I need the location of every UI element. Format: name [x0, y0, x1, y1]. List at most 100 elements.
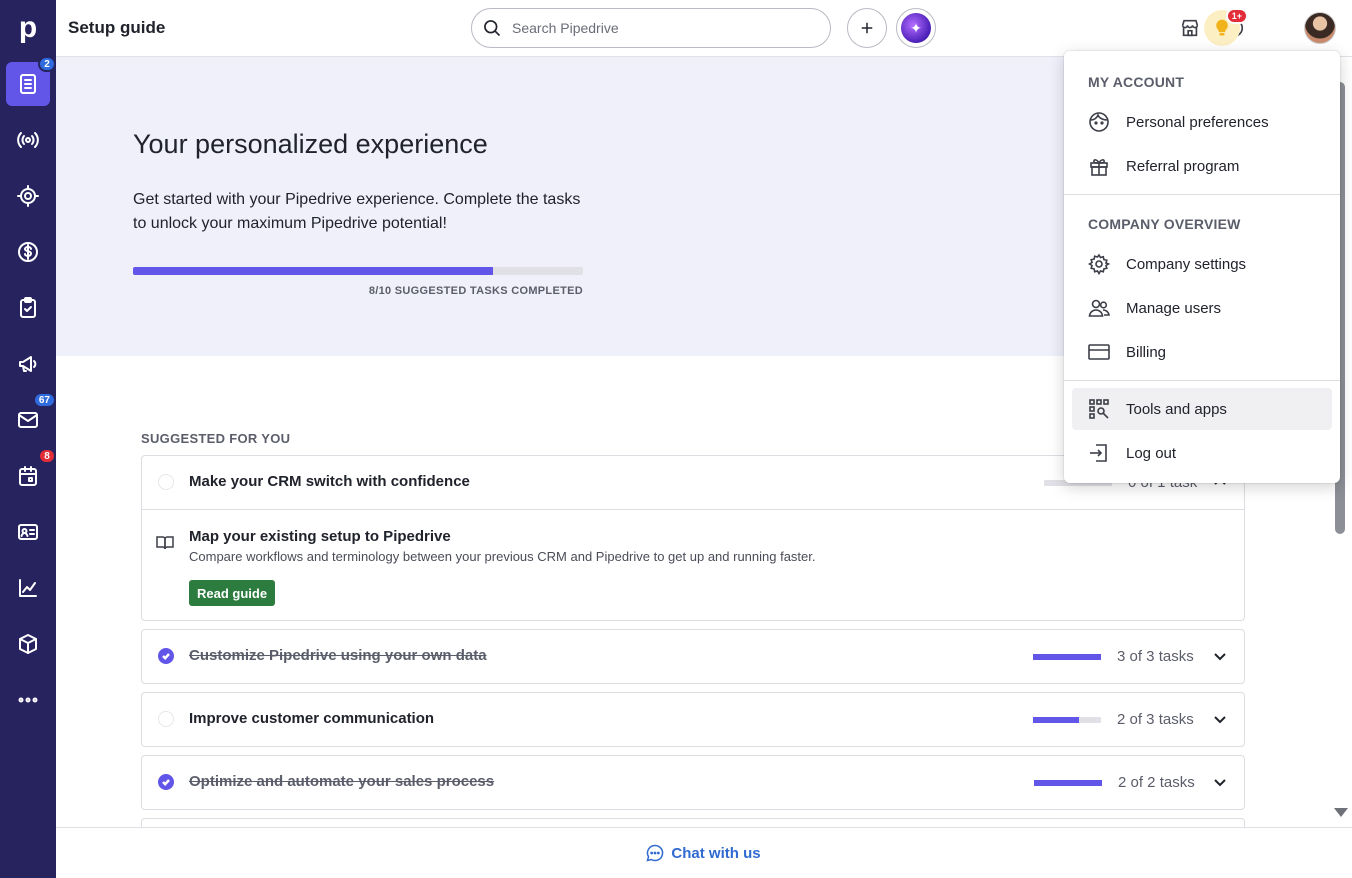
search-icon — [484, 20, 501, 37]
task-progress-fill — [1033, 717, 1079, 723]
account-menu: MY ACCOUNT Personal preferences Referral… — [1064, 51, 1340, 483]
dollar-icon — [18, 242, 38, 262]
chat-with-us-link[interactable]: Chat with us — [645, 843, 761, 863]
tips-badge: 1+ — [1225, 8, 1248, 24]
sidebar-item-more[interactable] — [6, 678, 50, 722]
my-account-label: MY ACCOUNT — [1088, 74, 1185, 90]
menu-item-label: Log out — [1126, 444, 1177, 462]
gear-icon — [1087, 253, 1111, 276]
menu-item-label: Tools and apps — [1126, 400, 1227, 418]
sidebar-item-insights[interactable] — [6, 566, 50, 610]
tips-button[interactable]: 1+ — [1204, 8, 1248, 46]
sidebar-item-mail[interactable]: 67 — [6, 392, 56, 442]
sparkle-icon: ✦ — [901, 13, 931, 43]
menu-divider — [1064, 380, 1340, 381]
notification-badge: 2 — [38, 56, 56, 72]
pipedrive-logo[interactable]: p — [0, 0, 56, 56]
avatar[interactable] — [1304, 12, 1336, 44]
mail-icon — [18, 412, 38, 428]
sidebar-item-contacts[interactable] — [6, 510, 50, 554]
sidebar: p 2 67 8 — [0, 0, 56, 878]
search-input[interactable] — [512, 20, 802, 36]
footer: Chat with us — [56, 827, 1352, 878]
app: p 2 67 8 Setup guide Search Pipedrive ✦ … — [0, 0, 1352, 878]
notification-badge: 67 — [32, 392, 56, 408]
more-dots-icon — [18, 697, 38, 703]
sidebar-item-setup-guide[interactable]: 2 — [6, 56, 56, 106]
menu-item-tools-and-apps[interactable]: Tools and apps — [1072, 388, 1332, 430]
task-header[interactable]: Optimize and automate your sales process… — [142, 756, 1244, 809]
task-title: Make your CRM switch with confidence — [189, 473, 470, 490]
sidebar-item-campaigns[interactable] — [6, 342, 50, 386]
book-icon — [156, 534, 174, 552]
task-progress-bar — [1034, 780, 1102, 786]
task-card — [141, 818, 1245, 827]
plus-icon — [861, 22, 873, 34]
hero-title: Your personalized experience — [133, 129, 488, 159]
menu-item-personal-preferences[interactable]: Personal preferences — [1072, 101, 1332, 143]
task-count: 2 of 2 tasks — [1118, 774, 1195, 791]
task-header[interactable]: Improve customer communication 2 of 3 ta… — [142, 693, 1244, 746]
chart-line-icon — [19, 579, 37, 597]
subtask-description: Compare workflows and terminology betwee… — [189, 549, 816, 564]
chevron-down-icon[interactable] — [1212, 774, 1228, 790]
progress-label: 8/10 SUGGESTED TASKS COMPLETED — [368, 285, 583, 297]
megaphone-icon — [19, 356, 37, 372]
chat-bubble-icon — [646, 844, 664, 862]
sidebar-item-activities[interactable] — [6, 286, 50, 330]
sidebar-item-products[interactable] — [6, 622, 50, 666]
suggested-section-label: SUGGESTED FOR YOU — [141, 431, 291, 446]
contact-card-icon — [18, 524, 38, 540]
subtask-row: Map your existing setup to Pipedrive Com… — [142, 509, 1244, 620]
task-progress-fill — [1033, 654, 1101, 660]
sidebar-item-deals[interactable] — [6, 230, 50, 274]
task-title: Customize Pipedrive using your own data — [189, 647, 487, 664]
sidebar-item-deals-pipeline[interactable] — [6, 174, 50, 218]
store-icon — [1181, 19, 1199, 37]
task-card: Improve customer communication 2 of 3 ta… — [141, 692, 1245, 747]
calendar-icon — [19, 466, 37, 486]
logout-icon — [1088, 442, 1110, 464]
task-header[interactable]: Customize Pipedrive using your own data … — [142, 630, 1244, 683]
menu-item-log-out[interactable]: Log out — [1072, 432, 1332, 474]
overall-progress-bar — [133, 267, 583, 275]
scroll-down-arrow[interactable] — [1334, 808, 1348, 817]
chevron-down-icon[interactable] — [1212, 711, 1228, 727]
sidebar-item-calendar[interactable]: 8 — [6, 448, 56, 498]
task-card: Optimize and automate your sales process… — [141, 755, 1245, 810]
menu-divider — [1064, 194, 1340, 195]
users-icon — [1088, 297, 1110, 319]
search-box[interactable] — [471, 8, 831, 48]
menu-item-manage-users[interactable]: Manage users — [1072, 287, 1332, 329]
quick-add-button[interactable] — [847, 8, 887, 48]
ai-assistant-button[interactable]: ✦ — [896, 8, 936, 48]
company-overview-label: COMPANY OVERVIEW — [1088, 216, 1241, 232]
menu-item-billing[interactable]: Billing — [1072, 331, 1332, 373]
broadcast-icon — [17, 132, 39, 148]
tools-grid-icon — [1088, 398, 1110, 420]
checkmark-icon — [158, 774, 174, 790]
sidebar-item-leads[interactable] — [6, 118, 50, 162]
notification-badge: 8 — [38, 448, 56, 464]
gift-icon — [1088, 155, 1110, 177]
target-icon — [17, 185, 39, 207]
subtask-title: Map your existing setup to Pipedrive — [189, 528, 451, 545]
checkmark-icon — [158, 648, 174, 664]
task-progress-bar — [1033, 654, 1101, 660]
chevron-down-icon[interactable] — [1212, 648, 1228, 664]
box-icon — [19, 634, 37, 654]
credit-card-icon — [1088, 341, 1110, 363]
marketplace-button[interactable] — [1178, 16, 1202, 40]
menu-item-referral-program[interactable]: Referral program — [1072, 145, 1332, 187]
chat-label: Chat with us — [671, 844, 761, 862]
task-title: Optimize and automate your sales process — [189, 773, 495, 790]
task-count: 2 of 3 tasks — [1117, 711, 1194, 728]
task-count: 3 of 3 tasks — [1117, 648, 1194, 665]
menu-item-label: Referral program — [1126, 157, 1240, 175]
read-guide-button[interactable]: Read guide — [189, 580, 276, 606]
menu-item-company-settings[interactable]: Company settings — [1072, 243, 1332, 285]
menu-item-label: Manage users — [1126, 299, 1222, 317]
page-title: Setup guide — [68, 18, 166, 37]
topbar: Setup guide ✦ 1+ — [56, 0, 1352, 57]
task-progress-fill — [1034, 780, 1102, 786]
